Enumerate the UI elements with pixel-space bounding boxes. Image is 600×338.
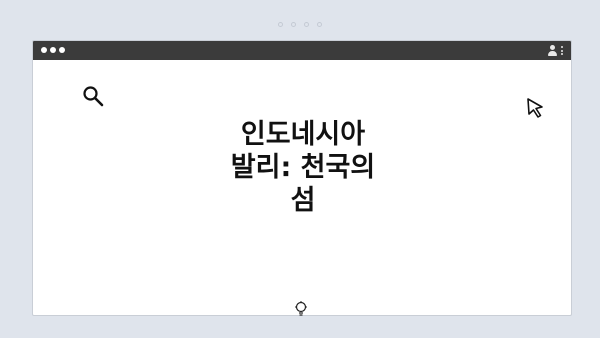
dot-indicator xyxy=(291,22,296,27)
top-dots-indicator xyxy=(0,22,600,27)
browser-window: 인도네시아 발리: 천국의 섬 xyxy=(32,40,572,316)
title-line-2: 발리: 천국의 xyxy=(230,152,376,183)
profile-icon[interactable] xyxy=(548,45,557,56)
search-icon[interactable] xyxy=(81,84,105,112)
dot-indicator xyxy=(278,22,283,27)
window-control-dot[interactable] xyxy=(50,47,56,53)
window-control-dot[interactable] xyxy=(41,47,47,53)
profile-icon-head xyxy=(550,45,555,50)
window-control-dot[interactable] xyxy=(59,47,65,53)
kebab-dot xyxy=(561,46,563,48)
dot-indicator xyxy=(304,22,309,27)
kebab-dot xyxy=(561,49,563,52)
cursor-arrow-icon xyxy=(525,97,547,123)
kebab-menu-icon[interactable] xyxy=(561,46,563,55)
window-titlebar xyxy=(33,41,571,60)
lightbulb-icon xyxy=(294,301,308,321)
window-controls[interactable] xyxy=(41,47,65,53)
window-content: 인도네시아 발리: 천국의 섬 xyxy=(33,60,571,316)
profile-icon-body xyxy=(548,51,557,56)
title-line-3: 섬 xyxy=(290,185,316,216)
title-line-1: 인도네시아 xyxy=(240,119,366,150)
dot-indicator xyxy=(317,22,322,27)
page-background: 인도네시아 발리: 천국의 섬 xyxy=(0,0,600,338)
page-title: 인도네시아 발리: 천국의 섬 xyxy=(183,118,423,217)
titlebar-actions xyxy=(548,45,563,56)
kebab-dot xyxy=(561,53,563,55)
